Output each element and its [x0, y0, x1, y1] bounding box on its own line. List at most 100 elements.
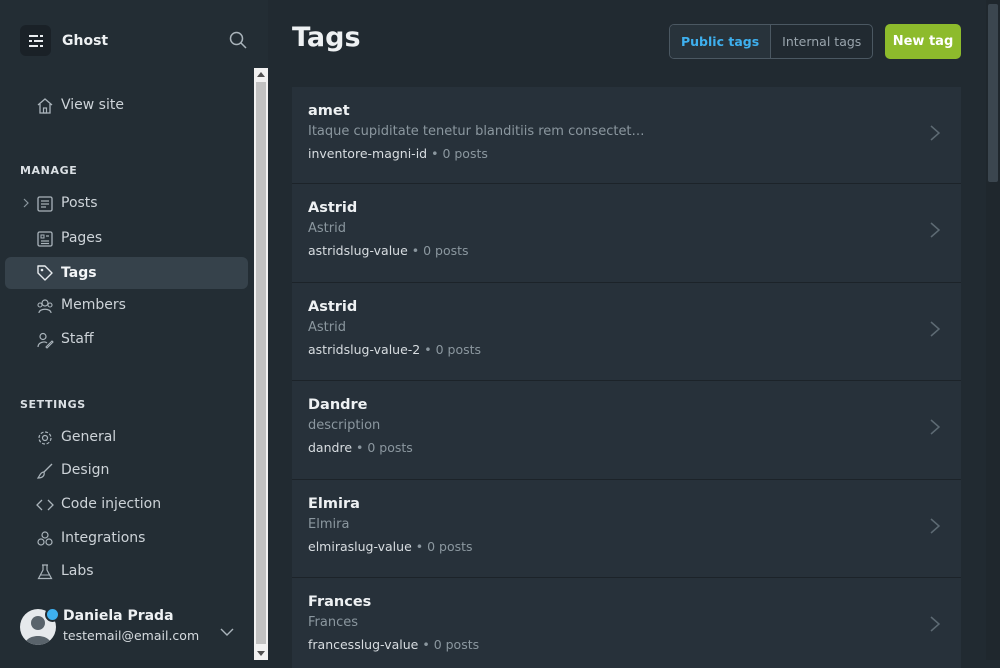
status-badge — [45, 607, 60, 622]
sidebar-item-label: Staff — [61, 331, 94, 347]
tags-list: amet Itaque cupiditate tenetur blanditii… — [292, 87, 961, 668]
tag-name: Astrid — [308, 299, 358, 315]
sidebar-item-tags[interactable]: Tags — [5, 257, 248, 289]
staff-icon — [36, 331, 54, 349]
tag-meta: astridslug-value • 0 posts — [308, 243, 469, 258]
tag-row[interactable]: Elmira Elmira elmiraslug-value • 0 posts — [292, 480, 961, 578]
tag-description: Astrid — [308, 320, 346, 335]
sidebar-item-integrations[interactable]: Integrations — [5, 522, 248, 554]
page-title: Tags — [292, 22, 361, 53]
brand-name: Ghost — [62, 32, 109, 49]
home-icon — [36, 97, 54, 115]
tag-row[interactable]: Astrid Astrid astridslug-value • 0 posts — [292, 184, 961, 283]
user-menu[interactable]: Daniela Prada testemail@email.com — [20, 606, 250, 650]
sidebar-item-code-injection[interactable]: Code injection — [5, 488, 248, 520]
tag-post-count: 0 posts — [435, 342, 482, 357]
posts-icon — [36, 195, 54, 213]
tag-slug: elmiraslug-value — [308, 539, 412, 554]
tag-slug: inventore-magni-id — [308, 146, 428, 161]
chevron-down-icon[interactable] — [220, 622, 234, 636]
tag-name: Astrid — [308, 200, 358, 216]
chevron-right-icon[interactable] — [21, 197, 31, 209]
tag-row[interactable]: Frances Frances francesslug-value • 0 po… — [292, 578, 961, 668]
page-scrollbar[interactable] — [986, 0, 1000, 660]
integrations-icon — [36, 530, 54, 548]
tag-slug: astridslug-value — [308, 243, 408, 258]
sidebar-item-posts[interactable]: Posts — [5, 187, 248, 219]
sidebar-scrollbar[interactable] — [254, 68, 268, 660]
tag-description: Astrid — [308, 221, 346, 236]
pages-icon — [36, 230, 54, 248]
ghost-logo-icon — [20, 25, 51, 56]
chevron-right-icon — [929, 320, 941, 338]
sidebar-item-label: Posts — [61, 195, 98, 211]
tag-post-count: 0 posts — [367, 440, 413, 455]
tag-description: Elmira — [308, 517, 350, 532]
sidebar-item-label: Tags — [61, 265, 97, 281]
sidebar: Ghost View site MANAGE Posts Pages Tags … — [0, 0, 268, 660]
sidebar-item-general[interactable]: General — [5, 421, 248, 453]
tag-post-count: 0 posts — [442, 146, 488, 161]
tag-post-count: 0 posts — [423, 243, 469, 258]
settings-section-label: SETTINGS — [20, 398, 86, 411]
sidebar-item-pages[interactable]: Pages — [5, 222, 248, 254]
tag-description: Itaque cupiditate tenetur blanditiis rem… — [308, 124, 645, 139]
tag-name: Frances — [308, 594, 372, 610]
chevron-right-icon — [929, 221, 941, 239]
tag-meta: astridslug-value-2 • 0 posts — [308, 342, 482, 357]
flask-icon — [36, 563, 54, 581]
new-tag-button[interactable]: New tag — [885, 24, 961, 59]
code-icon — [36, 496, 54, 514]
chevron-right-icon — [929, 615, 941, 633]
scroll-up-icon[interactable] — [257, 72, 265, 77]
chevron-right-icon — [929, 124, 941, 142]
tag-slug: dandre — [308, 440, 353, 455]
internal-tags-tab[interactable]: Internal tags — [771, 25, 872, 58]
sidebar-item-labs[interactable]: Labs — [5, 555, 248, 587]
public-tags-tab[interactable]: Public tags — [670, 25, 772, 58]
search-icon[interactable] — [228, 30, 248, 50]
scrollbar-thumb[interactable] — [256, 82, 266, 644]
tag-post-count: 0 posts — [427, 539, 473, 554]
tag-meta: dandre • 0 posts — [308, 440, 413, 455]
nav-view-site[interactable]: View site — [5, 89, 248, 121]
brush-icon — [36, 462, 54, 480]
members-icon — [36, 297, 54, 315]
sidebar-item-label: Labs — [61, 563, 94, 579]
scroll-down-icon[interactable] — [257, 651, 265, 656]
gear-icon — [36, 429, 54, 447]
tag-name: Dandre — [308, 397, 368, 413]
tag-meta: inventore-magni-id • 0 posts — [308, 146, 488, 161]
tag-row[interactable]: Dandre description dandre • 0 posts — [292, 381, 961, 480]
sidebar-item-label: Code injection — [61, 496, 162, 512]
user-name: Daniela Prada — [63, 608, 174, 624]
sidebar-item-design[interactable]: Design — [5, 454, 248, 486]
tag-row[interactable]: amet Itaque cupiditate tenetur blanditii… — [292, 87, 961, 184]
tag-type-toggle: Public tags Internal tags — [669, 24, 874, 59]
chevron-right-icon — [929, 517, 941, 535]
scrollbar-thumb[interactable] — [988, 4, 998, 182]
sidebar-item-label: Members — [61, 297, 126, 313]
user-email: testemail@email.com — [63, 628, 200, 643]
tag-icon — [36, 264, 54, 282]
tag-name: amet — [308, 103, 350, 119]
tag-description: Frances — [308, 615, 359, 630]
tag-slug: astridslug-value-2 — [308, 342, 421, 357]
sidebar-item-label: Pages — [61, 230, 103, 246]
tag-meta: francesslug-value • 0 posts — [308, 637, 480, 652]
tag-meta: elmiraslug-value • 0 posts — [308, 539, 473, 554]
tag-slug: francesslug-value — [308, 637, 419, 652]
tag-description: description — [308, 418, 381, 433]
sidebar-item-members[interactable]: Members — [5, 289, 248, 321]
tag-name: Elmira — [308, 496, 360, 512]
sidebar-item-label: Design — [61, 462, 110, 478]
nav-view-site-label: View site — [61, 97, 124, 113]
sidebar-item-label: General — [61, 429, 117, 445]
sidebar-item-label: Integrations — [61, 530, 146, 546]
main-content: Tags Public tags Internal tags New tag a… — [268, 0, 986, 668]
sidebar-item-staff[interactable]: Staff — [5, 323, 248, 355]
chevron-right-icon — [929, 418, 941, 436]
brand[interactable]: Ghost — [20, 25, 108, 56]
tag-row[interactable]: Astrid Astrid astridslug-value-2 • 0 pos… — [292, 283, 961, 381]
manage-section-label: MANAGE — [20, 164, 78, 177]
